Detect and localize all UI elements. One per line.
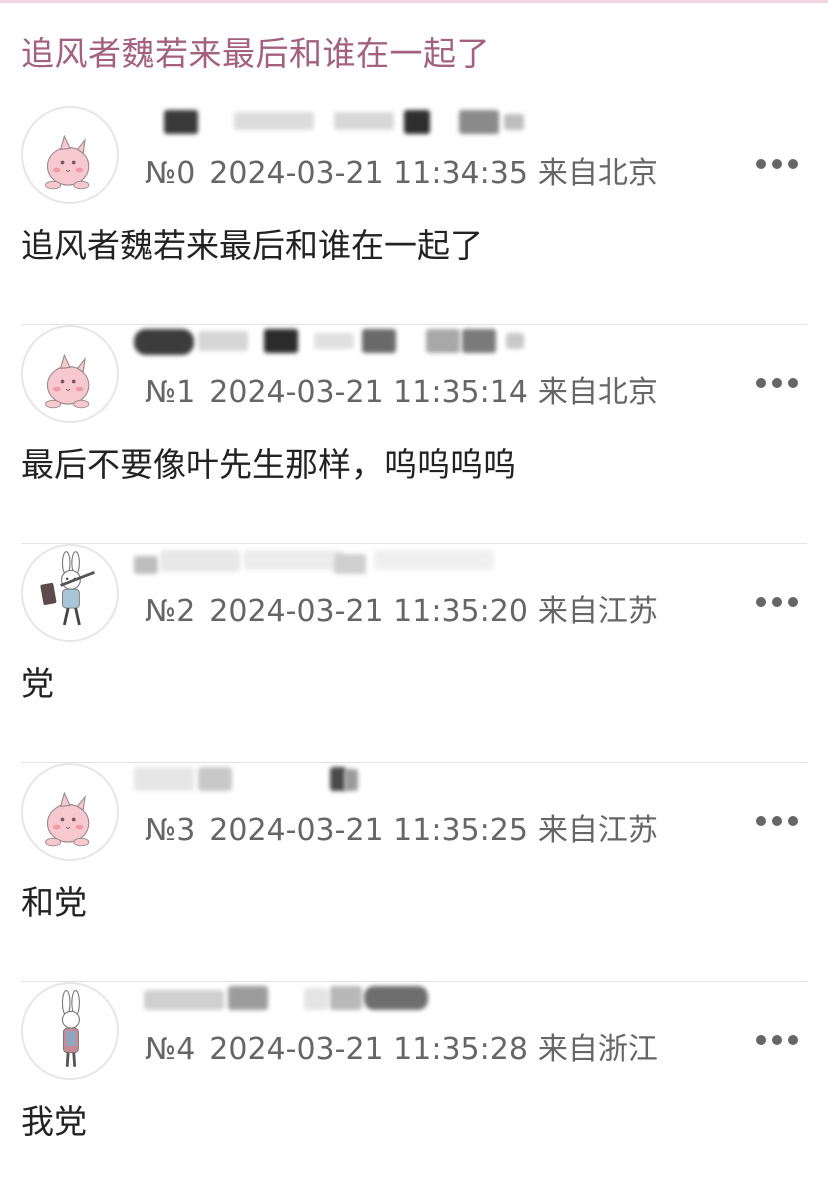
bunny-standing-avatar-icon[interactable]: [21, 982, 119, 1080]
post-location: 来自北京: [537, 156, 658, 191]
bunny-hammer-avatar-icon[interactable]: [21, 544, 119, 642]
post-location: 来自北京: [537, 375, 658, 410]
more-options-icon[interactable]: [756, 811, 798, 831]
pink-puff-avatar-icon[interactable]: [21, 106, 119, 204]
post-time: 2024-03-21 11:35:25: [209, 813, 528, 848]
post-time: 2024-03-21 11:35:20: [209, 594, 528, 629]
username-redacted: [134, 763, 544, 795]
more-options-icon[interactable]: [756, 592, 798, 612]
pink-puff-avatar-icon[interactable]: [21, 763, 119, 861]
post-content: 和党: [21, 883, 87, 922]
post-meta: №0 2024-03-21 11:34:35 来自北京: [145, 154, 658, 194]
post-item: №4 2024-03-21 11:35:28 来自浙江 我党: [0, 982, 828, 1201]
more-options-icon[interactable]: [756, 1030, 798, 1050]
post-time: 2024-03-21 11:34:35: [209, 156, 528, 191]
post-meta: №1 2024-03-21 11:35:14 来自北京: [145, 373, 658, 413]
floor-number: №2: [145, 594, 196, 629]
post-meta: №3 2024-03-21 11:35:25 来自江苏: [145, 811, 658, 851]
post-item: №1 2024-03-21 11:35:14 来自北京 最后不要像叶先生那样，呜呜呜…: [0, 325, 828, 544]
floor-number: №3: [145, 813, 196, 848]
post-content: 最后不要像叶先生那样，呜呜呜呜: [21, 445, 516, 484]
username-redacted: [134, 982, 544, 1014]
post-meta: №4 2024-03-21 11:35:28 来自浙江: [145, 1030, 658, 1070]
floor-number: №4: [145, 1032, 196, 1067]
more-options-icon[interactable]: [756, 373, 798, 393]
post-content: 我党: [21, 1102, 87, 1141]
username-redacted: [134, 544, 544, 576]
top-accent-bar: [0, 0, 828, 3]
post-meta: №2 2024-03-21 11:35:20 来自江苏: [145, 592, 658, 632]
thread-title: 追风者魏若来最后和谁在一起了: [21, 34, 490, 73]
post-location: 来自江苏: [537, 594, 658, 629]
post-item: №3 2024-03-21 11:35:25 来自江苏 和党: [0, 763, 828, 982]
post-location: 来自浙江: [537, 1032, 658, 1067]
pink-puff-avatar-icon[interactable]: [21, 325, 119, 423]
post-location: 来自江苏: [537, 813, 658, 848]
post-content: 党: [21, 664, 54, 703]
post-time: 2024-03-21 11:35:14: [209, 375, 528, 410]
post-item: №2 2024-03-21 11:35:20 来自江苏 党: [0, 544, 828, 763]
post-content: 追风者魏若来最后和谁在一起了: [21, 226, 483, 265]
username-redacted: [134, 106, 544, 138]
floor-number: №0: [145, 156, 196, 191]
floor-number: №1: [145, 375, 196, 410]
post-time: 2024-03-21 11:35:28: [209, 1032, 528, 1067]
post-item: №0 2024-03-21 11:34:35 来自北京 追风者魏若来最后和谁在一起了: [0, 106, 828, 325]
more-options-icon[interactable]: [756, 154, 798, 174]
username-redacted: [134, 325, 544, 357]
